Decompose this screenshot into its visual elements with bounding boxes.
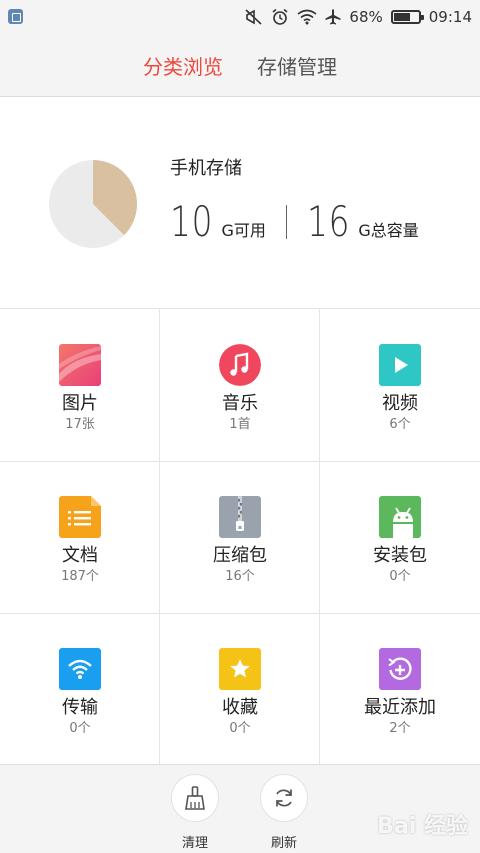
broom-icon [171, 774, 219, 822]
total-unit: G总容量 [358, 221, 419, 240]
category-favorites[interactable]: 收藏 0个 [160, 613, 320, 765]
alarm-icon [271, 8, 289, 26]
category-label: 音乐 [222, 393, 258, 414]
pictures-icon [59, 344, 101, 386]
battery-icon [390, 10, 424, 24]
music-icon [219, 344, 261, 386]
status-bar: 68% 09:14 [0, 0, 480, 34]
category-grid: 图片 17张 音乐 1首 视频 6个 文档 187个 压缩包 16个 安装包 0… [0, 308, 480, 765]
clean-label: 清理 [181, 836, 208, 851]
clock: 09:14 [428, 8, 472, 26]
category-label: 安装包 [373, 545, 427, 566]
tab-storage-management[interactable]: 存储管理 [257, 51, 337, 80]
clean-button[interactable]: 清理 [165, 774, 225, 851]
category-music[interactable]: 音乐 1首 [160, 309, 320, 461]
refresh-label: 刷新 [270, 836, 297, 851]
category-label: 最近添加 [364, 697, 436, 718]
category-count: 17张 [65, 417, 95, 432]
category-pictures[interactable]: 图片 17张 [0, 309, 160, 461]
category-count: 16个 [225, 569, 255, 584]
transfer-wifi-icon [59, 648, 101, 690]
category-documents[interactable]: 文档 187个 [0, 461, 160, 613]
tab-bar: 分类浏览 存储管理 [0, 34, 480, 96]
document-icon [59, 496, 101, 538]
category-count: 0个 [69, 721, 91, 736]
storage-title: 手机存储 [170, 158, 242, 179]
available-value: 10 [170, 197, 214, 246]
storage-pie-chart [49, 160, 137, 248]
airplane-icon [325, 9, 341, 25]
category-apk-packages[interactable]: 安装包 0个 [320, 461, 480, 613]
category-label: 压缩包 [213, 545, 267, 566]
battery-percent: 68% [349, 8, 383, 26]
mute-icon [245, 9, 263, 25]
category-count: 2个 [389, 721, 411, 736]
video-icon [379, 344, 421, 386]
category-transfer[interactable]: 传输 0个 [0, 613, 160, 765]
storage-separator [285, 204, 287, 239]
category-count: 0个 [389, 569, 411, 584]
category-recently-added[interactable]: 最近添加 2个 [320, 613, 480, 765]
android-package-icon [379, 496, 421, 538]
category-label: 传输 [62, 697, 98, 718]
category-video[interactable]: 视频 6个 [320, 309, 480, 461]
category-count: 1首 [229, 417, 251, 432]
category-archives[interactable]: 压缩包 16个 [160, 461, 320, 613]
battery-level-fill [393, 13, 410, 21]
app-notification-icon [8, 9, 23, 24]
category-label: 视频 [382, 393, 418, 414]
tab-category-browse[interactable]: 分类浏览 [143, 51, 223, 80]
favorite-star-icon [219, 648, 261, 690]
available-unit: G可用 [221, 221, 266, 240]
category-label: 文档 [62, 545, 98, 566]
storage-panel: 手机存储 10 G可用 16 G总容量 [0, 97, 480, 308]
total-value: 16 [306, 197, 351, 246]
category-count: 6个 [389, 417, 411, 432]
refresh-icon [260, 774, 308, 822]
baidu-watermark: Bai 经验 [377, 814, 468, 839]
category-count: 0个 [229, 721, 251, 736]
archive-icon [219, 496, 261, 538]
category-label: 图片 [62, 393, 98, 414]
wifi-icon [297, 9, 317, 25]
storage-summary: 10 G可用 16 G总容量 [170, 197, 419, 246]
category-count: 187个 [61, 569, 99, 584]
recent-added-icon [379, 648, 421, 690]
refresh-button[interactable]: 刷新 [254, 774, 314, 851]
category-label: 收藏 [222, 697, 258, 718]
